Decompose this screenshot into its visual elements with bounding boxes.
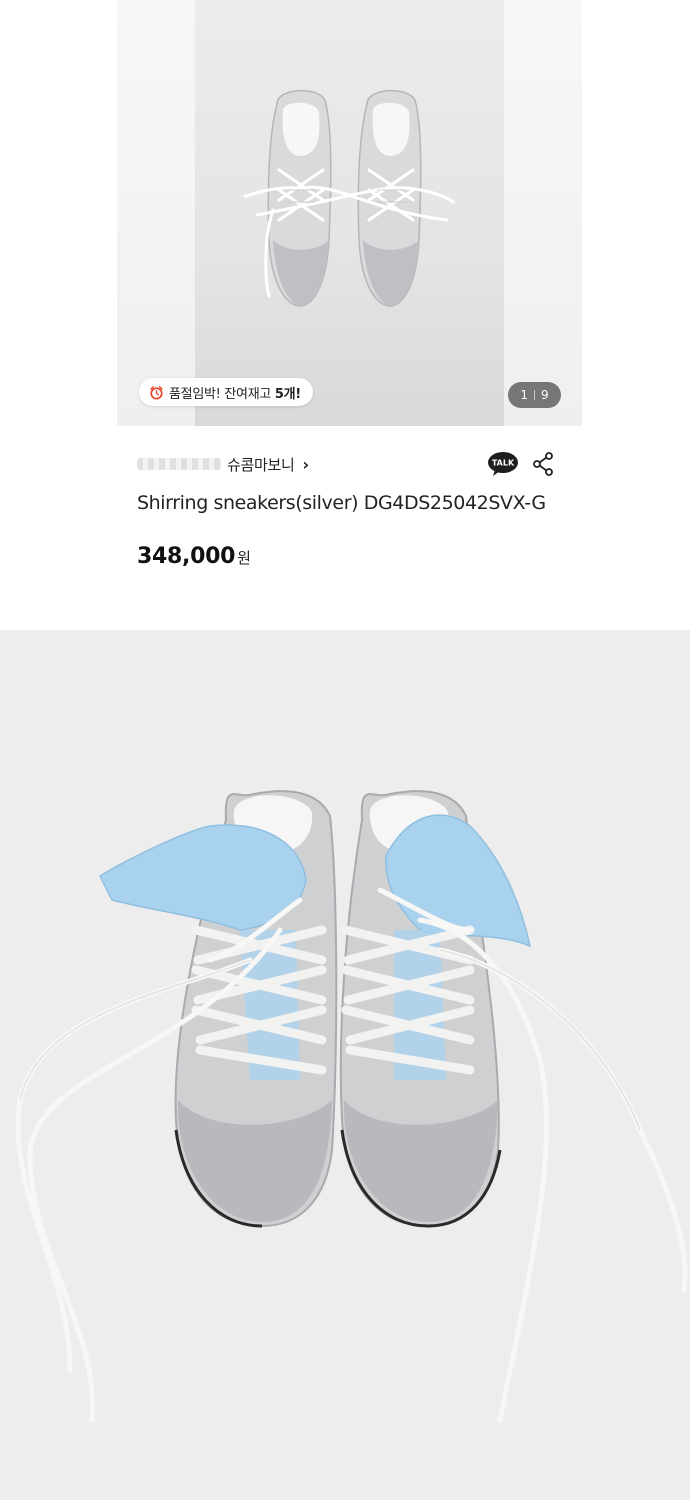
pager-current: 1 [520, 388, 528, 402]
image-pager: 1 9 [508, 382, 561, 408]
gallery-edge-right [504, 0, 582, 426]
low-stock-prefix: 품절임박! 잔여재고 [169, 386, 275, 402]
low-stock-badge: 품절임박! 잔여재고 5개! [139, 378, 313, 406]
kakaotalk-icon[interactable]: TALK [487, 451, 519, 477]
product-page: 품절임박! 잔여재고 5개! 1 9 슈콤마보니 › TALK Shirring… [0, 0, 697, 1500]
chevron-right-icon: › [302, 454, 310, 474]
detail-photo-sneakers-with-socks [15, 790, 688, 1423]
product-detail-photo [0, 630, 690, 1500]
price-value: 348,000 [137, 544, 236, 569]
pager-separator [534, 390, 535, 400]
product-image-gallery[interactable]: 품절임박! 잔여재고 5개! 1 9 [117, 0, 582, 426]
low-stock-count: 5개! [274, 386, 301, 402]
pager-total: 9 [541, 388, 549, 402]
share-icon[interactable] [531, 451, 555, 477]
gallery-edge-left [117, 0, 195, 426]
product-title: Shirring sneakers(silver) DG4DS25042SVX-… [137, 492, 546, 514]
price-currency: 원 [237, 549, 251, 567]
talk-label: TALK [492, 459, 515, 468]
product-card: 품절임박! 잔여재고 5개! 1 9 슈콤마보니 › TALK Shirring… [117, 0, 582, 628]
low-stock-text: 품절임박! 잔여재고 5개! [169, 383, 301, 402]
product-photo-sneakers [243, 89, 455, 307]
brand-name: 슈콤마보니 [227, 455, 295, 474]
price: 348,000 원 [137, 544, 251, 569]
alarm-clock-icon [150, 385, 163, 400]
brand-logo-blurred [137, 458, 221, 470]
